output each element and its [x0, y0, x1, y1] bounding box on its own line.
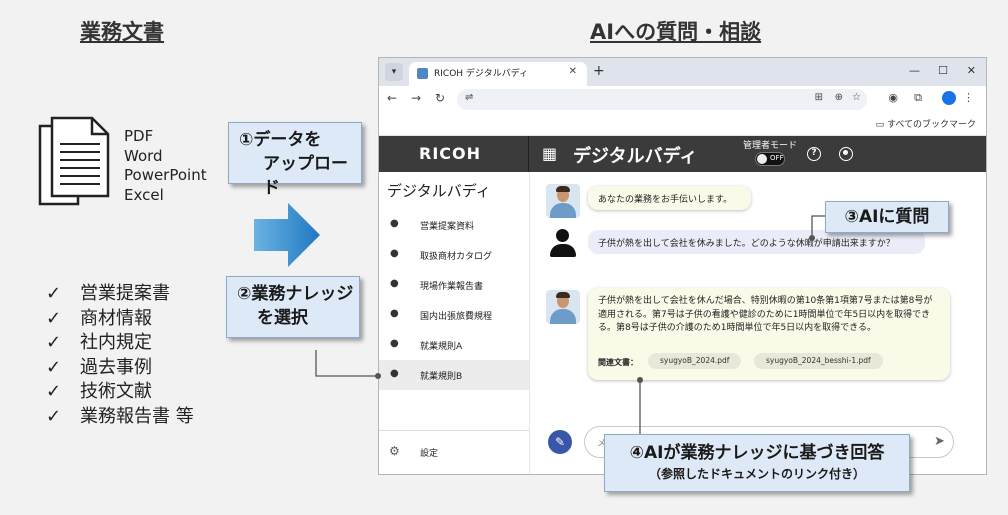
format-item: PDF [124, 127, 154, 145]
settings-link[interactable]: 設定 [420, 446, 438, 459]
person-icon: ● [390, 248, 399, 259]
admin-mode-toggle[interactable]: OFF [755, 152, 785, 166]
sidebar-title: デジタルバディ [387, 182, 491, 200]
back-icon[interactable]: ← [387, 91, 397, 105]
person-icon: ● [390, 338, 399, 349]
app-header: RICOH ▦ デジタルバディ 管理者モード OFF ? [379, 136, 986, 172]
ai-avatar [546, 290, 580, 324]
checklist-item: ✓ 業務報告書 等 [46, 405, 194, 430]
person-icon: ● [390, 218, 399, 229]
tab-close-icon[interactable]: ✕ [569, 66, 577, 77]
site-settings-icon[interactable]: ⇌ [465, 92, 473, 103]
gear-icon[interactable]: ⚙ [389, 444, 400, 458]
zoom-icon[interactable]: ⊕ [835, 92, 843, 103]
person-icon: ● [390, 278, 399, 289]
sidebar-item-travel-expense-rules[interactable]: ● 国内出張旅費規程 [379, 300, 529, 330]
checklist-item: ✓ 過去事例 [46, 356, 194, 381]
person-icon: ● [390, 368, 399, 379]
check-icon: ✓ [46, 332, 62, 353]
translate-icon[interactable]: ⊞ [815, 92, 823, 103]
check-icon: ✓ [46, 283, 62, 304]
extension-circle-icon[interactable]: ◉ [888, 91, 898, 104]
url-input[interactable]: ⇌ ⊞ ⊕ ☆ [457, 89, 867, 110]
browser-tab[interactable]: RICOH デジタルバディ ✕ [409, 62, 587, 86]
check-icon: ✓ [46, 381, 62, 402]
checklist-item: ✓ 商材情報 [46, 307, 194, 332]
ask-ai-callout: ③AIに質問 [825, 201, 949, 233]
business-documents-heading: 業務文書 [80, 20, 164, 44]
tab-title: RICOH デジタルバディ [434, 69, 529, 79]
answer-text: 子供が熱を出して会社を休んだ場合、特別休暇の第10条第1項第7号または第8号が適… [598, 296, 933, 333]
select-knowledge-callout: ②業務ナレッジ を選択 [226, 276, 360, 338]
file-format-list: PDF Word PowerPoint Excel [124, 127, 207, 205]
tab-search-icon[interactable]: ▾ [385, 63, 403, 81]
checklist-item: ✓ 技術文献 [46, 380, 194, 405]
browser-window: ▾ RICOH デジタルバディ ✕ + — ☐ ✕ ← → ↻ ⇌ ⊞ ⊕ ☆ … [378, 57, 987, 475]
format-item: Word [124, 146, 163, 165]
profile-avatar[interactable] [942, 91, 956, 105]
logo-area: RICOH [379, 136, 529, 172]
all-bookmarks-folder[interactable]: ▭ すべてのブックマーク [876, 117, 976, 130]
related-docs-label: 関連文書： [598, 358, 638, 367]
app-grid-icon[interactable]: ▦ [542, 144, 557, 163]
reload-icon[interactable]: ↻ [435, 91, 445, 105]
admin-mode-label: 管理者モード [743, 141, 798, 151]
folder-icon: ▭ [875, 120, 887, 130]
format-item: Excel [124, 185, 164, 204]
sidebar-divider [379, 430, 529, 431]
browser-tab-bar: ▾ RICOH デジタルバディ ✕ + — ☐ ✕ [379, 58, 986, 86]
ai-consult-heading: AIへの質問・相談 [590, 20, 762, 44]
forward-icon[interactable]: → [411, 91, 421, 105]
clear-brush-icon[interactable]: ✎ [548, 430, 572, 454]
user-avatar [546, 226, 580, 260]
document-stack-icon [38, 116, 110, 206]
checklist-item: ✓ 社内規定 [46, 331, 194, 356]
minimize-icon[interactable]: — [909, 64, 920, 77]
help-icon[interactable]: ? [807, 147, 821, 161]
bookmark-star-icon[interactable]: ☆ [852, 92, 861, 103]
send-icon[interactable]: ➤ [934, 434, 945, 449]
ai-answer-callout: ④AIが業務ナレッジに基づき回答 （参照したドキュメントのリンク付き） [604, 434, 910, 492]
user-message: 子供が熱を出して会社を休みました。どのような休暇が申請出来ますか？ [588, 230, 925, 254]
toggle-state: OFF [770, 154, 784, 162]
sidebar-item-field-reports[interactable]: ● 現場作業報告書 [379, 270, 529, 300]
ai-avatar [546, 184, 580, 218]
toggle-knob [757, 154, 767, 164]
knowledge-sidebar: デジタルバディ ● 営業提案資料 ● 取扱商材カタログ ● 現場作業報告書 ● 国内出張… [379, 172, 530, 474]
bookmarks-bar: ▭ すべてのブックマーク [379, 112, 986, 136]
related-doc-link[interactable]: syugyoB_2024_besshi-1.pdf [754, 353, 883, 369]
maximize-icon[interactable]: ☐ [938, 64, 948, 77]
check-icon: ✓ [46, 405, 62, 427]
upload-step-callout: ①データを アップロード [228, 122, 362, 198]
checklist-item: ✓ 営業提案書 [46, 282, 194, 307]
document-type-checklist: ✓ 営業提案書 ✓ 商材情報 ✓ 社内規定 ✓ 過去事例 ✓ 技術文献 ✓ 業務報告書 等 [46, 282, 194, 429]
person-icon: ● [390, 308, 399, 319]
related-doc-link[interactable]: syugyoB_2024.pdf [648, 353, 742, 369]
extensions-puzzle-icon[interactable]: ⧉ [914, 91, 922, 105]
sidebar-item-work-rules-a[interactable]: ● 就業規則A [379, 330, 529, 360]
ai-message: あなたの業務をお手伝いします。 [588, 186, 751, 210]
sidebar-item-product-catalog[interactable]: ● 取扱商材カタログ [379, 240, 529, 270]
ai-answer-message: 子供が熱を出して会社を休んだ場合、特別休暇の第10条第1項第7号または第8号が適… [588, 288, 950, 380]
check-icon: ✓ [46, 356, 62, 378]
sidebar-item-sales-proposals[interactable]: ● 営業提案資料 [379, 210, 529, 240]
new-tab-icon[interactable]: + [593, 63, 605, 79]
account-icon[interactable] [839, 147, 853, 161]
sidebar-item-work-rules-b[interactable]: ● 就業規則B [379, 360, 529, 390]
check-icon: ✓ [46, 307, 62, 329]
window-close-icon[interactable]: ✕ [967, 64, 976, 77]
app-title: デジタルバディ [573, 146, 698, 167]
address-bar: ← → ↻ ⇌ ⊞ ⊕ ☆ ◉ ⧉ ⋮ [379, 86, 986, 112]
right-arrow-icon [254, 203, 320, 267]
menu-dots-icon[interactable]: ⋮ [963, 91, 974, 104]
favicon-icon [417, 68, 428, 79]
ricoh-logo: RICOH [419, 144, 482, 163]
format-item: PowerPoint [124, 166, 207, 184]
